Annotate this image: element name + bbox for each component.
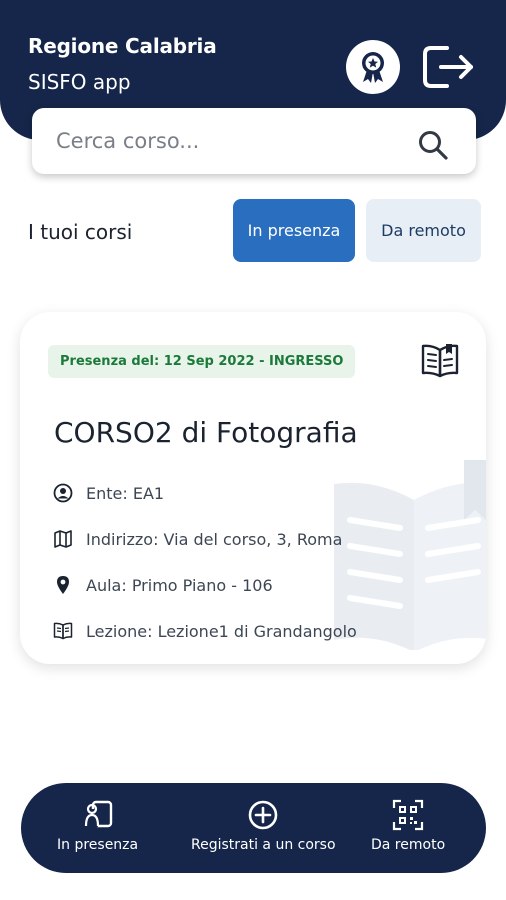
logout-button[interactable] (420, 42, 478, 92)
course-info-aula: Aula: Primo Piano - 106 (52, 574, 273, 596)
courses-section-title: I tuoi corsi (28, 220, 133, 244)
book-icon (421, 344, 459, 378)
search-bar (32, 108, 476, 174)
person-badge-icon (82, 799, 114, 831)
nav-item-in-presenza[interactable]: In presenza (57, 799, 138, 853)
plus-circle-icon (247, 799, 279, 831)
app-title: Regione Calabria (28, 34, 217, 58)
course-info-ente: Ente: EA1 (52, 482, 164, 504)
app-subtitle: SISFO app (28, 70, 131, 94)
search-icon[interactable] (416, 128, 450, 162)
course-address-text: Indirizzo: Via del corso, 3, Roma (86, 529, 343, 549)
award-button[interactable] (346, 40, 400, 94)
course-ente-text: Ente: EA1 (86, 483, 165, 503)
tab-da-remoto[interactable]: Da remoto (366, 199, 481, 262)
course-title: CORSO2 di Fotografia (54, 416, 358, 449)
qr-code-icon (392, 799, 424, 831)
map-icon (52, 528, 74, 550)
nav-label-in-presenza: In presenza (57, 837, 139, 853)
book-open-icon (52, 620, 74, 642)
logout-icon (423, 46, 473, 88)
course-lesson-text: Lezione: Lezione1 di Grandangolo (86, 621, 357, 641)
location-pin-icon (52, 574, 74, 596)
tab-in-presenza[interactable]: In presenza (233, 199, 355, 262)
course-info-lezione: Lezione: Lezione1 di Grandangolo (52, 620, 357, 642)
nav-item-da-remoto[interactable]: Da remoto (371, 799, 445, 853)
presence-status-badge: Presenza del: 12 Sep 2022 - INGRESSO (48, 345, 356, 378)
nav-label-da-remoto: Da remoto (371, 837, 446, 853)
search-input[interactable] (56, 122, 416, 160)
nav-item-registrati[interactable]: Registrati a un corso (191, 799, 336, 853)
bottom-navigation: In presenza Registrati a un corso Da rem… (21, 783, 486, 873)
course-info-indirizzo: Indirizzo: Via del corso, 3, Roma (52, 528, 342, 550)
course-room-text: Aula: Primo Piano - 106 (86, 575, 273, 595)
nav-label-registrati: Registrati a un corso (191, 837, 336, 853)
user-circle-icon (52, 482, 74, 504)
award-icon (362, 52, 384, 83)
course-card[interactable]: Presenza del: 12 Sep 2022 - INGRESSO COR… (20, 312, 486, 664)
